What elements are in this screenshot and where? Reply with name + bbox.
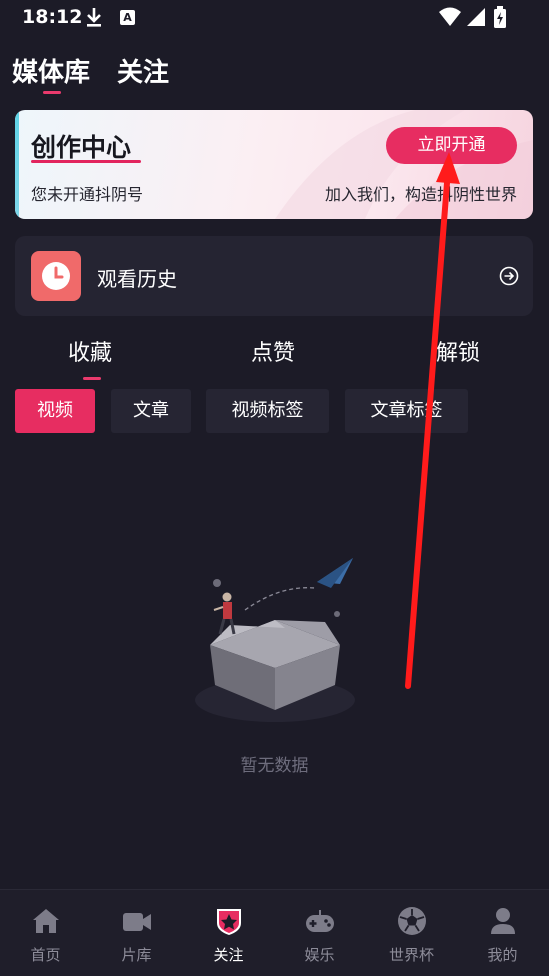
watch-history-row[interactable]: 观看历史 <box>15 236 533 316</box>
nav-following[interactable]: 关注 <box>183 890 274 976</box>
arrow-right-circle-icon <box>499 266 519 286</box>
creator-title-underline <box>31 160 141 163</box>
watch-history-label: 观看历史 <box>97 267 177 291</box>
active-subtab-indicator <box>83 377 101 380</box>
tab-likes[interactable]: 点赞 <box>251 335 295 367</box>
chip-article[interactable]: 文章 <box>111 389 191 433</box>
empty-box-illustration <box>195 558 355 722</box>
creator-center-title: 创作中心 <box>31 133 132 162</box>
nav-home[interactable]: 首页 <box>0 890 91 976</box>
status-time: 18:12 <box>22 6 83 28</box>
bottom-navigation: 首页 片库 关注 娱乐 世界杯 我的 <box>0 889 549 976</box>
clock-icon <box>31 251 81 301</box>
chip-video[interactable]: 视频 <box>15 389 95 433</box>
nav-entertainment-label: 娱乐 <box>304 946 335 964</box>
video-camera-icon <box>123 913 151 931</box>
wifi-icon <box>439 7 461 26</box>
battery-icon <box>494 6 506 28</box>
user-icon <box>491 908 515 934</box>
nav-library-label: 片库 <box>121 946 152 964</box>
nav-home-label: 首页 <box>30 946 61 964</box>
home-icon <box>33 909 59 933</box>
nav-me[interactable]: 我的 <box>457 890 548 976</box>
nav-me-label: 我的 <box>487 946 518 964</box>
nav-world-cup[interactable]: 世界杯 <box>366 890 457 976</box>
download-icon <box>87 8 101 27</box>
chip-article-tags[interactable]: 文章标签 <box>345 389 468 433</box>
star-shield-icon <box>217 909 241 935</box>
gamepad-icon <box>306 910 334 932</box>
nav-entertainment[interactable]: 娱乐 <box>274 890 365 976</box>
signal-icon <box>467 8 485 26</box>
open-now-button[interactable]: 立即开通 <box>386 127 517 164</box>
soccer-ball-icon <box>398 907 426 935</box>
tab-media-library[interactable]: 媒体库 <box>12 52 90 89</box>
creator-slogan-text: 加入我们，构造抖阴性世界 <box>324 185 517 204</box>
nav-library[interactable]: 片库 <box>91 890 182 976</box>
tab-favorites[interactable]: 收藏 <box>68 335 112 367</box>
keyboard-a-icon: A <box>120 10 135 25</box>
chip-video-tags[interactable]: 视频标签 <box>206 389 329 433</box>
nav-world-cup-label: 世界杯 <box>388 946 434 964</box>
creator-status-text: 您未开通抖阴号 <box>31 185 144 204</box>
tab-unlocked[interactable]: 解锁 <box>436 335 480 367</box>
tab-following[interactable]: 关注 <box>117 52 169 89</box>
creator-center-card[interactable]: 创作中心 立即开通 您未开通抖阴号 加入我们，构造抖阴性世界 <box>15 110 533 219</box>
active-tab-indicator <box>43 91 61 94</box>
empty-state-text: 暂无数据 <box>240 756 309 776</box>
nav-following-label: 关注 <box>213 946 244 964</box>
status-bar: 18:12 A <box>0 0 549 36</box>
